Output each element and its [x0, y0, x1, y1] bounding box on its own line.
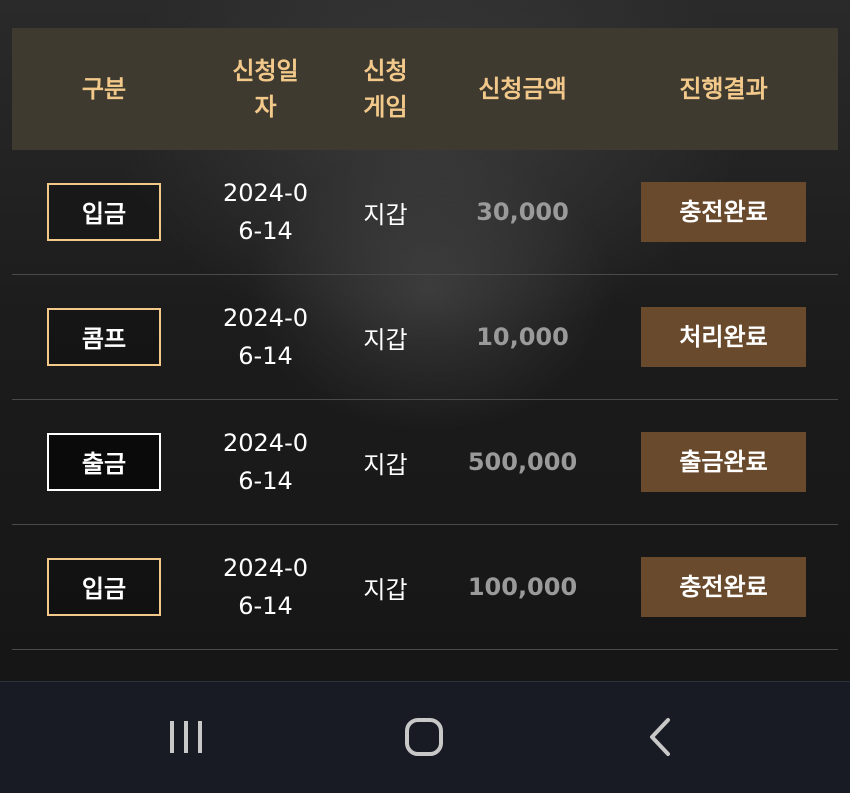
request-date: 2024-06-14 — [222, 304, 308, 370]
header-game: 신청게임 — [363, 57, 408, 121]
table-row[interactable]: 입금 2024-06-14 지갑 30,000 충전완료 — [12, 150, 838, 275]
status-badge: 처리완료 — [641, 307, 806, 367]
status-badge: 충전완료 — [641, 182, 806, 242]
request-game: 지갑 — [363, 450, 408, 479]
header-date: 신청일자 — [232, 57, 299, 121]
recent-apps-icon — [170, 721, 202, 753]
header-amount: 신청금액 — [478, 75, 567, 103]
header-type: 구분 — [81, 75, 127, 103]
type-badge: 입금 — [47, 558, 161, 616]
home-button[interactable] — [398, 712, 450, 762]
status-badge: 충전완료 — [641, 557, 806, 617]
status-badge: 출금완료 — [641, 432, 806, 492]
type-badge: 콤프 — [47, 308, 161, 366]
table-row[interactable]: 입금 2024-06-14 지갑 100,000 충전완료 — [12, 525, 838, 650]
request-game: 지갑 — [363, 200, 408, 229]
type-badge: 입금 — [47, 183, 161, 241]
recent-apps-button[interactable] — [160, 712, 212, 762]
header-status: 진행결과 — [679, 75, 768, 103]
table-row[interactable]: 출금 2024-06-14 지갑 500,000 출금완료 — [12, 400, 838, 525]
request-amount: 30,000 — [476, 198, 569, 226]
back-button[interactable] — [634, 712, 686, 762]
request-date: 2024-06-14 — [222, 429, 308, 495]
table-header: 구분 신청일자 신청게임 신청금액 진행결과 — [12, 28, 838, 150]
home-icon — [405, 718, 443, 756]
system-navigation-bar — [0, 681, 850, 793]
request-amount: 10,000 — [476, 323, 569, 351]
back-icon — [650, 718, 670, 756]
request-game: 지갑 — [363, 325, 408, 354]
request-game: 지갑 — [363, 575, 408, 604]
request-amount: 100,000 — [467, 573, 578, 601]
table-row[interactable]: 콤프 2024-06-14 지갑 10,000 처리완료 — [12, 275, 838, 400]
request-date: 2024-06-14 — [222, 179, 308, 245]
request-amount: 500,000 — [467, 448, 578, 476]
type-badge: 출금 — [47, 433, 161, 491]
history-table: 구분 신청일자 신청게임 신청금액 진행결과 입금 2024-06-14 지갑 … — [12, 28, 838, 650]
request-date: 2024-06-14 — [222, 554, 308, 620]
